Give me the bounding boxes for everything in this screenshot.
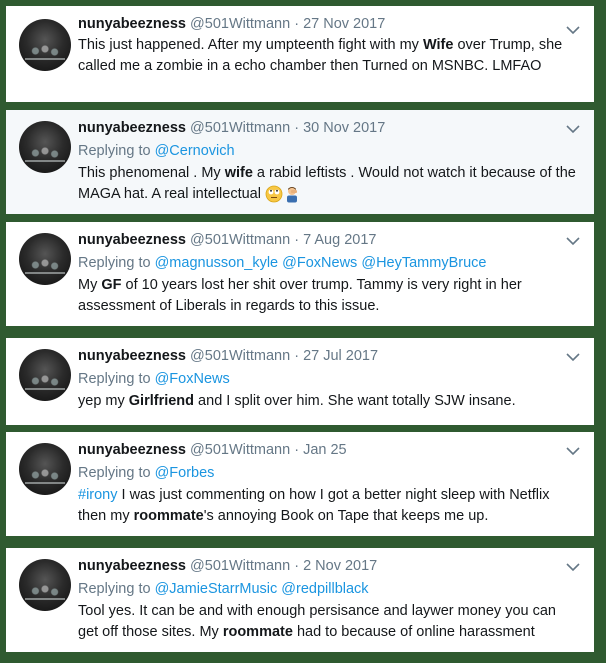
hashtag-link[interactable]: #irony (78, 487, 118, 503)
handle[interactable]: @501Wittmann (190, 232, 290, 248)
avatar[interactable] (19, 559, 71, 611)
replying-to: Replying to @Forbes (78, 465, 215, 481)
tweet-header: nunyabeezness @501Wittmann · 7 Aug 2017 (78, 232, 377, 248)
replying-to: Replying to @magnusson_kyle @FoxNews @He… (78, 255, 487, 271)
man-facepalming-icon (287, 187, 297, 203)
chevron-down-icon[interactable] (566, 446, 580, 456)
tweet-text: Tool yes. It can be and with enough pers… (78, 603, 556, 640)
tweet-text: #irony I was just commenting on how I go… (78, 487, 550, 524)
mention-link[interactable]: @FoxNews (155, 371, 230, 387)
tweet-card[interactable]: nunyabeezness @501Wittmann · Jan 25 Repl… (6, 432, 594, 536)
handle[interactable]: @501Wittmann (190, 558, 290, 574)
handle[interactable]: @501Wittmann (190, 442, 290, 458)
display-name[interactable]: nunyabeezness (78, 558, 186, 574)
tweet-card[interactable]: nunyabeezness @501Wittmann · 27 Nov 2017… (6, 6, 594, 102)
tweet-card[interactable]: nunyabeezness @501Wittmann · 2 Nov 2017 … (6, 548, 594, 652)
handle[interactable]: @501Wittmann (190, 348, 290, 364)
mention-link[interactable]: @FoxNews (282, 255, 357, 271)
timestamp[interactable]: 2 Nov 2017 (303, 558, 377, 574)
display-name[interactable]: nunyabeezness (78, 16, 186, 32)
chevron-down-icon[interactable] (566, 25, 580, 35)
mention-link[interactable]: @HeyTammyBruce (361, 255, 486, 271)
chevron-down-icon[interactable] (566, 352, 580, 362)
avatar[interactable] (19, 121, 71, 173)
tweet-header: nunyabeezness @501Wittmann · 27 Nov 2017 (78, 16, 386, 32)
tweet-text: This just happened. After my umpteenth f… (78, 37, 563, 74)
tweet-card[interactable]: nunyabeezness @501Wittmann · 30 Nov 2017… (6, 110, 594, 214)
timestamp[interactable]: 27 Jul 2017 (303, 348, 378, 364)
display-name[interactable]: nunyabeezness (78, 442, 186, 458)
tweet-text: My GF of 10 years lost her shit over tru… (78, 277, 522, 314)
chevron-down-icon[interactable] (566, 124, 580, 134)
mention-link[interactable]: @redpillblack (281, 581, 368, 597)
timestamp[interactable]: Jan 25 (303, 442, 347, 458)
replying-to: Replying to @JamieStarrMusic @redpillbla… (78, 581, 369, 597)
rolling-eyes-emoji (265, 185, 283, 203)
mention-link[interactable]: @Cernovich (155, 143, 235, 159)
display-name[interactable]: nunyabeezness (78, 120, 186, 136)
display-name[interactable]: nunyabeezness (78, 232, 186, 248)
display-name[interactable]: nunyabeezness (78, 348, 186, 364)
tweet-header: nunyabeezness @501Wittmann · 27 Jul 2017 (78, 348, 379, 364)
replying-to: Replying to @FoxNews (78, 371, 230, 387)
timestamp[interactable]: 7 Aug 2017 (303, 232, 376, 248)
mention-link[interactable]: @JamieStarrMusic (155, 581, 278, 597)
avatar[interactable] (19, 443, 71, 495)
mention-link[interactable]: @magnusson_kyle (155, 255, 279, 271)
avatar[interactable] (19, 19, 71, 71)
chevron-down-icon[interactable] (566, 236, 580, 246)
chevron-down-icon[interactable] (566, 562, 580, 572)
handle[interactable]: @501Wittmann (190, 16, 290, 32)
tweet-header: nunyabeezness @501Wittmann · 30 Nov 2017 (78, 120, 386, 136)
tweet-text: This phenomenal . My wife a rabid leftis… (78, 165, 576, 203)
replying-to: Replying to @Cernovich (78, 143, 235, 159)
tweet-card[interactable]: nunyabeezness @501Wittmann · 27 Jul 2017… (6, 338, 594, 425)
tweet-header: nunyabeezness @501Wittmann · Jan 25 (78, 442, 347, 458)
tweet-header: nunyabeezness @501Wittmann · 2 Nov 2017 (78, 558, 378, 574)
avatar[interactable] (19, 349, 71, 401)
mention-link[interactable]: @Forbes (155, 465, 215, 481)
timestamp[interactable]: 27 Nov 2017 (303, 16, 385, 32)
tweet-text: yep my Girlfriend and I split over him. … (78, 393, 516, 409)
timestamp[interactable]: 30 Nov 2017 (303, 120, 385, 136)
handle[interactable]: @501Wittmann (190, 120, 290, 136)
tweet-card[interactable]: nunyabeezness @501Wittmann · 7 Aug 2017 … (6, 222, 594, 326)
avatar[interactable] (19, 233, 71, 285)
